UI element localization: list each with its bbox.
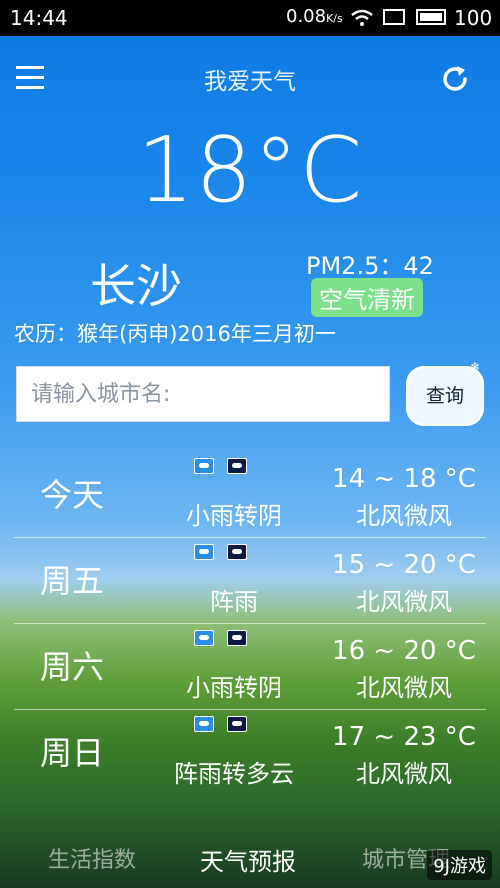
cloudy-night-icon [227, 458, 247, 474]
forecast-condition: 小雨转阴 [186, 502, 282, 530]
forecast-temp-range: 15 ~ 20 °C [332, 550, 476, 580]
cloudy-night-icon [227, 630, 247, 646]
forecast-row-sun: 周日 阵雨转多云 17 ~ 23 °C 北风微风 [14, 710, 486, 796]
tab-weather-forecast[interactable]: 天气预报 [200, 842, 296, 877]
signal-icon [383, 9, 405, 25]
forecast-day: 周六 [40, 648, 105, 686]
pm25-reading: PM2.5：42 [306, 252, 434, 280]
partly-cloudy-night-icon [227, 716, 247, 732]
status-bar: 14:44 0.08K/s 100 [0, 0, 500, 36]
bottom-tab-bar: 生活指数 天气预报 城市管理 [0, 826, 500, 888]
forecast-wind: 北风微风 [356, 760, 452, 788]
thunder-night-icon [227, 544, 247, 560]
refresh-icon[interactable] [438, 62, 472, 96]
forecast-temp-range: 16 ~ 20 °C [332, 636, 476, 666]
forecast-wind: 北风微风 [356, 588, 452, 616]
forecast-wind: 北风微风 [356, 502, 452, 530]
lunar-date: 农历：猴年(丙申)2016年三月初一 [14, 322, 336, 346]
city-name: 长沙 [90, 259, 182, 313]
forecast-temp-range: 14 ~ 18 °C [332, 464, 476, 494]
tab-life-index[interactable]: 生活指数 [48, 842, 136, 874]
snowman-icon: ☃ [462, 408, 475, 424]
weather-icons [194, 544, 274, 560]
weather-icons [194, 458, 274, 474]
weather-icons [194, 630, 274, 646]
battery-percent: 100 [454, 6, 493, 30]
forecast-row-today: 今天 小雨转阴 14 ~ 18 °C 北风微风 [14, 452, 486, 538]
forecast-day: 周五 [40, 562, 105, 600]
forecast-temp-range: 17 ~ 23 °C [332, 722, 476, 752]
shower-icon [194, 716, 214, 732]
status-time: 14:44 [10, 6, 68, 30]
forecast-wind: 北风微风 [356, 674, 452, 702]
wifi-icon [350, 8, 374, 32]
weather-icons [194, 716, 274, 732]
current-temperature: 18°C [136, 118, 364, 223]
battery-icon [416, 9, 446, 25]
forecast-day: 今天 [40, 476, 105, 514]
forecast-row-fri: 周五 阵雨 15 ~ 20 °C 北风微风 [14, 538, 486, 624]
forecast-row-sat: 周六 小雨转阴 16 ~ 20 °C 北风微风 [14, 624, 486, 710]
rain-icon [194, 630, 214, 646]
snowflake-decoration-icon: ❄ [470, 360, 481, 374]
rain-icon [194, 458, 214, 474]
forecast-condition: 阵雨转多云 [174, 760, 294, 788]
forecast-condition: 阵雨 [210, 588, 258, 616]
forecast-condition: 小雨转阴 [186, 674, 282, 702]
forecast-day: 周日 [40, 734, 105, 772]
watermark-logo: 9J游戏 [427, 850, 492, 880]
air-quality-badge: 空气清新 [311, 278, 423, 317]
network-speed: 0.08K/s [286, 6, 343, 27]
shower-icon [194, 544, 214, 560]
app-title: 我爱天气 [204, 69, 296, 95]
city-search-input[interactable]: 请输入城市名: [16, 366, 390, 422]
